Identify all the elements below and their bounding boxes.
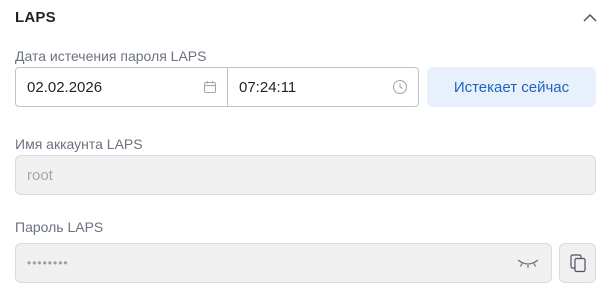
clock-icon[interactable] xyxy=(392,79,408,95)
account-name-field[interactable]: root xyxy=(15,155,596,195)
expiration-date-value: 02.02.2026 xyxy=(27,78,103,96)
account-label: Имя аккаунта LAPS xyxy=(15,136,143,152)
account-name-value: root xyxy=(27,166,53,184)
password-masked-value: •••••••• xyxy=(27,256,69,270)
password-label: Пароль LAPS xyxy=(15,219,104,235)
chevron-up-icon xyxy=(583,13,597,22)
password-field[interactable]: •••••••• xyxy=(15,243,552,283)
expiration-date-input[interactable]: 02.02.2026 xyxy=(15,67,228,107)
copy-password-button[interactable] xyxy=(559,243,596,283)
collapse-button[interactable] xyxy=(580,8,600,26)
expiration-time-value: 07:24:11 xyxy=(239,78,297,96)
copy-icon xyxy=(569,254,586,273)
calendar-icon[interactable] xyxy=(203,80,217,94)
expiration-label: Дата истечения пароля LAPS xyxy=(15,48,207,64)
eye-closed-icon[interactable] xyxy=(517,257,539,269)
section-title: LAPS xyxy=(15,9,56,26)
expiration-time-input[interactable]: 07:24:11 xyxy=(227,67,419,107)
expire-now-button[interactable]: Истекает сейчас xyxy=(427,67,596,107)
laps-panel: LAPS Дата истечения пароля LAPS 02.02.20… xyxy=(0,0,616,296)
